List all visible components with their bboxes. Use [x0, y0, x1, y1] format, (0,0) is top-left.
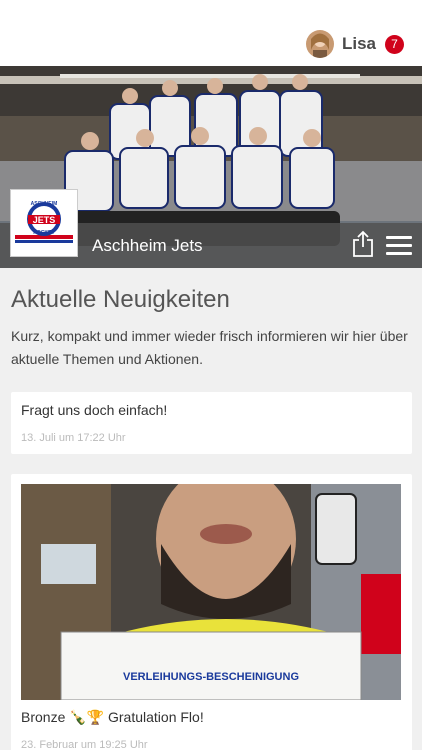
user-name: Lisa [341, 34, 376, 53]
logo-text-top: ASCHHEIM [31, 201, 58, 207]
notification-badge[interactable]: 7 [385, 34, 404, 54]
intro-text: Kurz, kompakt und immer wieder frisch in… [11, 328, 408, 367]
logo-text-main: JETS [33, 215, 56, 225]
top-bar: Lisa 7 [0, 0, 422, 66]
user-profile-button[interactable]: Lisa 7 [305, 28, 404, 60]
news-card-date: 23. Februar um 19:25 Uhr [21, 739, 148, 750]
logo-text-bottom: HOCKEY [33, 230, 55, 236]
news-card[interactable]: VERLEIHUNGS-BESCHEINIGUNG Bronze 🍾🏆 Grat… [11, 474, 412, 750]
news-card-text: Bronze 🍾🏆 Gratulation Flo! [21, 709, 204, 725]
hamburger-menu-icon [386, 236, 412, 239]
news-card-text: Fragt uns doch einfach! [21, 402, 168, 418]
news-card[interactable]: Fragt uns doch einfach! 13. Juli um 17:2… [11, 392, 412, 454]
share-icon [353, 230, 373, 257]
club-logo: ASCHHEIM JETS HOCKEY [10, 189, 78, 257]
club-name: Aschheim Jets [92, 236, 203, 255]
news-card-photo[interactable]: VERLEIHUNGS-BESCHEINIGUNG [21, 484, 401, 700]
user-avatar [305, 30, 334, 58]
news-card-date: 13. Juli um 17:22 Uhr [21, 432, 126, 444]
menu-button[interactable] [386, 236, 412, 256]
page-title: Aktuelle Neuigkeiten [11, 286, 230, 313]
share-button[interactable] [351, 230, 375, 258]
photo-caption: VERLEIHUNGS-BESCHEINIGUNG [123, 671, 299, 683]
